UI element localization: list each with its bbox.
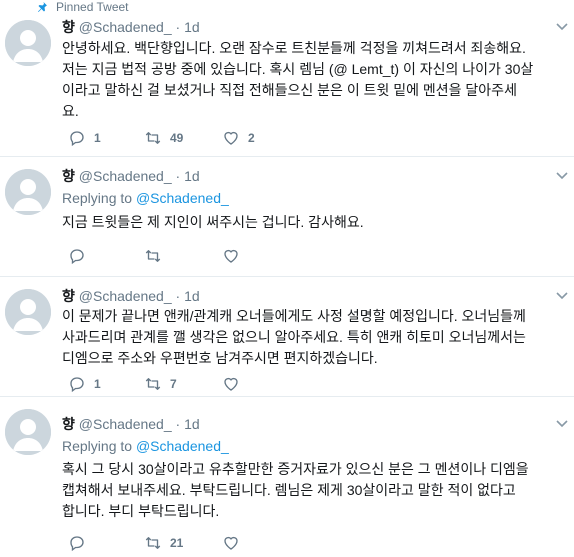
tweet-2[interactable]: 향 @Schadened_ · 1d Replying to @Schadene… [0,157,574,277]
user-handle[interactable]: @Schadened_ [79,416,172,432]
display-name[interactable]: 향 [62,168,75,184]
retweet-button[interactable] [144,247,170,265]
tweet-text: 안녕하세요. 백단향입니다. 오랜 잠수로 트친분들께 걱정을 끼쳐드려서 죄송… [62,40,534,119]
timestamp[interactable]: 1d [184,288,200,304]
tweet-1[interactable]: 향 @Schadened_ · 1d 안녕하세요. 백단향입니다. 오랜 잠수로… [0,14,574,157]
timestamp[interactable]: 1d [184,168,200,184]
avatar[interactable] [5,20,51,66]
tweet-header: 향 @Schadened_ · 1d [62,17,200,37]
tweet-header: 향 @Schadened_ · 1d [62,414,200,434]
like-button[interactable] [222,534,248,552]
reply-button[interactable] [68,534,94,552]
avatar[interactable] [5,289,51,335]
tweet-text: 혹시 그 당시 30살이라고 유추할만한 증거자료가 있으신 분은 그 멘션이나… [62,461,529,519]
replying-to: Replying to @Schadened_ [62,190,229,206]
user-handle[interactable]: @Schadened_ [79,168,172,184]
chevron-down-icon[interactable] [555,168,569,182]
avatar[interactable] [5,409,51,455]
heart-icon [224,131,238,145]
chevron-down-icon[interactable] [555,19,569,33]
chevron-down-icon[interactable] [555,288,569,302]
tweet-3[interactable]: 향 @Schadened_ · 1d 이 문제가 끝나면 앤캐/관계캐 오너들에… [0,277,574,397]
heart-icon [224,536,238,550]
retweet-button[interactable]: 49 [144,129,183,147]
heart-icon [224,249,238,263]
retweet-count: 7 [170,377,177,391]
tweet-4[interactable]: 향 @Schadened_ · 1d Replying to @Schadene… [0,397,574,557]
retweet-count: 49 [170,131,184,145]
tweet-text: 지금 트윗들은 제 지인이 써주시는 겁니다. 감사해요. [62,214,364,230]
timestamp[interactable]: 1d [184,19,200,35]
like-button[interactable] [222,375,248,393]
like-button[interactable] [222,247,248,265]
retweet-icon [145,537,161,549]
separator-dot: · [175,416,181,432]
tweet-header: 향 @Schadened_ · 1d [62,286,200,306]
reply-count: 1 [94,377,101,391]
reply-button[interactable]: 1 [68,129,101,147]
like-count: 2 [248,131,255,145]
separator-dot: · [175,19,181,35]
reply-count: 1 [94,131,101,145]
retweet-icon [145,378,161,390]
timestamp[interactable]: 1d [184,416,200,432]
pin-icon [38,2,47,12]
reply-button[interactable]: 1 [68,375,101,393]
display-name[interactable]: 향 [62,288,75,304]
separator-dot: · [175,288,181,304]
heart-icon [224,377,238,391]
user-handle[interactable]: @Schadened_ [79,19,172,35]
chevron-down-icon[interactable] [555,416,569,430]
replying-to-link[interactable]: @Schadened_ [136,438,229,454]
tweet-text: 이 문제가 끝나면 앤캐/관계캐 오너들에게도 사정 설명할 예정입니다. 오너… [62,308,526,366]
display-name[interactable]: 향 [62,416,75,432]
reply-icon [70,536,84,552]
reply-button[interactable] [68,247,94,265]
retweet-count: 21 [170,536,184,550]
replying-to-link[interactable]: @Schadened_ [136,190,229,206]
user-handle[interactable]: @Schadened_ [79,288,172,304]
like-button[interactable]: 2 [222,129,255,147]
reply-icon [70,249,84,265]
display-name[interactable]: 향 [62,19,75,35]
retweet-icon [145,250,161,262]
replying-to: Replying to @Schadened_ [62,438,229,454]
reply-icon [70,377,84,393]
avatar[interactable] [5,169,51,215]
pinned-tweet-label: Pinned Tweet [36,0,129,14]
retweet-button[interactable]: 7 [144,375,177,393]
reply-icon [70,131,84,147]
retweet-button[interactable]: 21 [144,534,183,552]
tweet-header: 향 @Schadened_ · 1d [62,166,200,186]
separator-dot: · [175,168,181,184]
retweet-icon [145,132,161,144]
